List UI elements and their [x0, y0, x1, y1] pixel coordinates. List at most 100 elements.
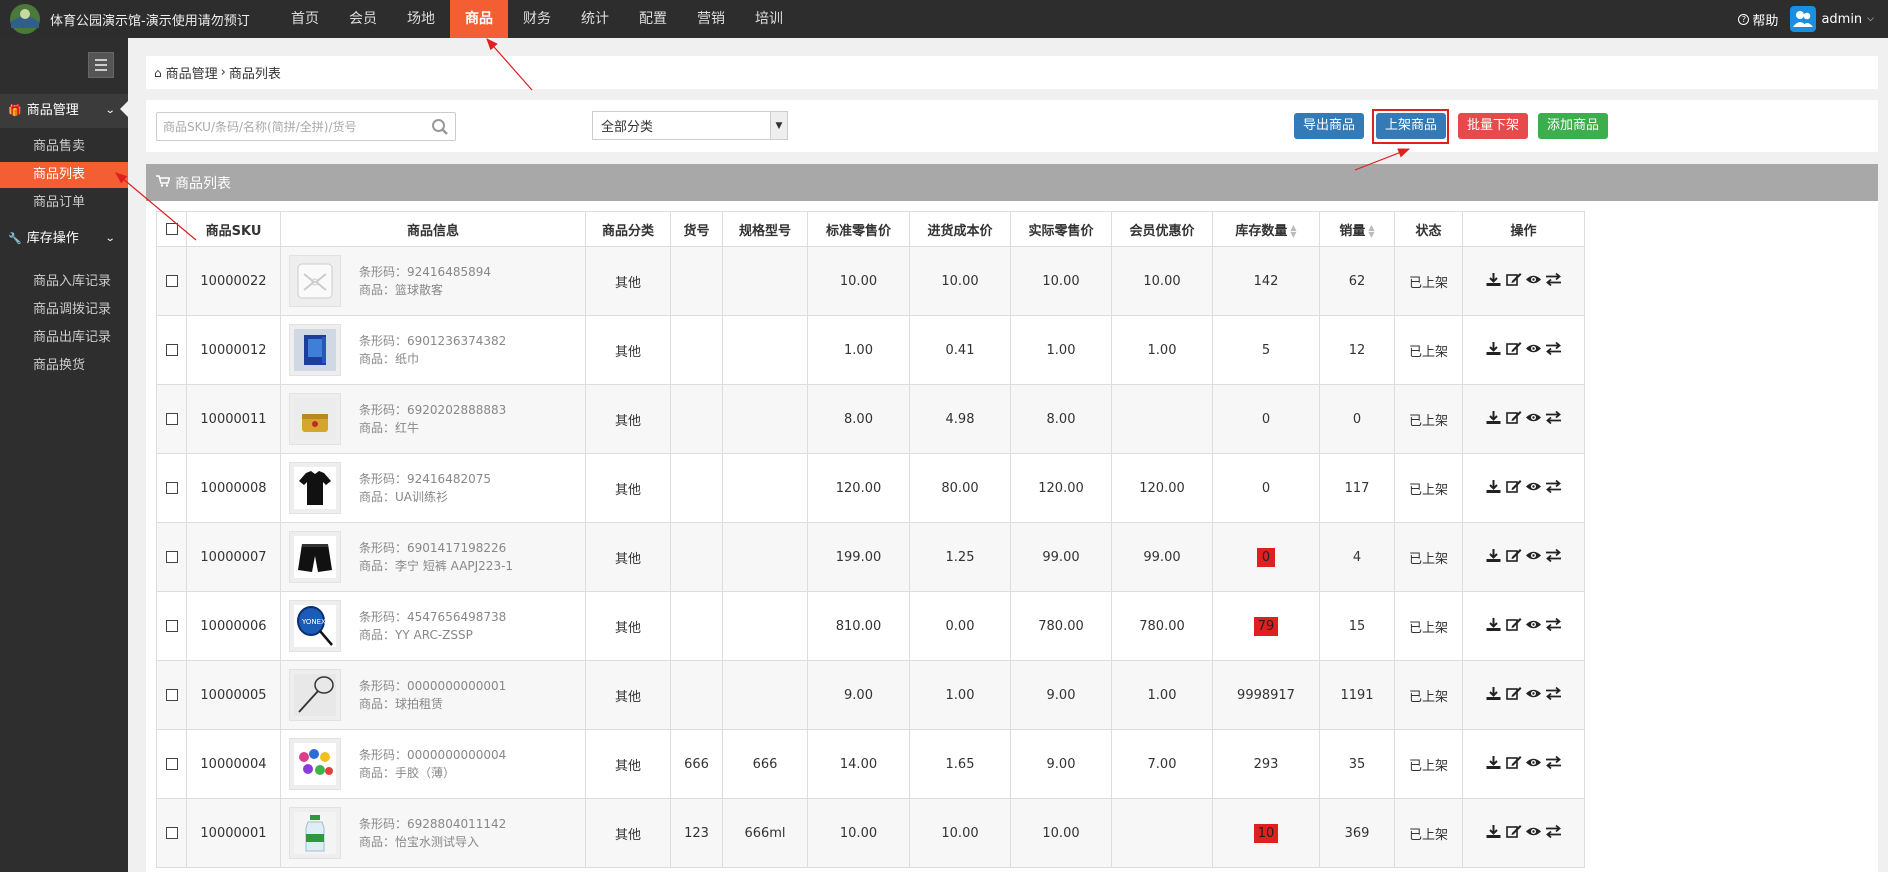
sidebar-item[interactable]: 商品列表	[0, 162, 128, 188]
stock-value: 0	[1261, 411, 1271, 427]
actions-cell	[1462, 729, 1585, 799]
batch-unshelve-button[interactable]: 批量下架	[1458, 113, 1529, 139]
row-checkbox[interactable]	[165, 413, 178, 425]
row-checkbox[interactable]	[165, 827, 178, 839]
sidebar-item[interactable]: 商品换货	[0, 353, 128, 379]
home-icon[interactable]: ⌂	[154, 66, 162, 80]
view-icon[interactable]	[1525, 686, 1542, 705]
view-icon[interactable]	[1525, 548, 1542, 567]
view-icon[interactable]	[1525, 410, 1542, 429]
nav-item-0[interactable]: 首页	[276, 0, 334, 38]
breadcrumb-root[interactable]: 商品管理	[166, 63, 218, 82]
transfer-icon[interactable]	[1545, 341, 1562, 360]
download-icon[interactable]	[1485, 410, 1502, 429]
name-label: 商品：	[359, 697, 396, 711]
avatar[interactable]	[1790, 6, 1817, 32]
stock-cell: 5	[1212, 315, 1320, 385]
view-icon[interactable]	[1525, 341, 1542, 360]
transfer-icon[interactable]	[1545, 479, 1562, 498]
edit-icon[interactable]	[1505, 479, 1522, 498]
edit-icon[interactable]	[1505, 824, 1522, 843]
edit-icon[interactable]	[1505, 548, 1522, 567]
nav-item-7[interactable]: 营销	[682, 0, 740, 38]
sidebar-group-goods-management[interactable]: 🎁 商品管理 ⌄	[0, 94, 128, 128]
download-icon[interactable]	[1485, 479, 1502, 498]
sku-cell: 10000001	[186, 798, 281, 868]
nav-item-2[interactable]: 场地	[392, 0, 450, 38]
view-icon[interactable]	[1525, 617, 1542, 636]
nav-item-8[interactable]: 培训	[740, 0, 798, 38]
user-name[interactable]: admin	[1821, 12, 1862, 27]
download-icon[interactable]	[1485, 617, 1502, 636]
view-icon[interactable]	[1525, 824, 1542, 843]
help-label: 帮助	[1752, 13, 1779, 29]
row-checkbox[interactable]	[165, 620, 178, 632]
edit-icon[interactable]	[1505, 341, 1522, 360]
std-price-cell: 120.00	[807, 453, 910, 523]
sort-icon[interactable]: ▲ ▼	[1368, 224, 1374, 239]
category-cell: 其他	[585, 453, 671, 523]
column-header: 标准零售价	[807, 211, 910, 247]
sidebar-group-inventory[interactable]: 🔧 库存操作 ⌄	[0, 222, 128, 256]
chevron-down-icon[interactable]: ⌵	[1867, 14, 1874, 24]
view-icon[interactable]	[1525, 479, 1542, 498]
add-goods-button[interactable]: 添加商品	[1538, 113, 1609, 139]
export-goods-button[interactable]: 导出商品	[1294, 113, 1365, 139]
transfer-icon[interactable]	[1545, 755, 1562, 774]
transfer-icon[interactable]	[1545, 824, 1562, 843]
transfer-icon[interactable]	[1545, 617, 1562, 636]
row-checkbox[interactable]	[165, 344, 178, 356]
row-checkbox[interactable]	[165, 482, 178, 494]
column-header[interactable]: 销量 ▲ ▼	[1319, 211, 1395, 247]
row-checkbox[interactable]	[165, 689, 178, 701]
sku-cell: 10000004	[186, 729, 281, 799]
barcode-label: 条形码：	[359, 472, 408, 486]
sidebar-item[interactable]: 商品入库记录	[0, 269, 128, 295]
edit-icon[interactable]	[1505, 686, 1522, 705]
edit-icon[interactable]	[1505, 410, 1522, 429]
nav-item-1[interactable]: 会员	[334, 0, 392, 38]
nav-item-4[interactable]: 财务	[508, 0, 566, 38]
sidebar-item[interactable]: 商品售卖	[0, 134, 128, 160]
row-checkbox[interactable]	[165, 275, 178, 287]
download-icon[interactable]	[1485, 686, 1502, 705]
sidebar-item[interactable]: 商品出库记录	[0, 325, 128, 351]
sku-cell: 10000008	[186, 453, 281, 523]
product-thumbnail	[289, 807, 341, 859]
download-icon[interactable]	[1485, 824, 1502, 843]
edit-icon[interactable]	[1505, 272, 1522, 291]
nav-item-3[interactable]: 商品	[450, 0, 508, 38]
item-no-cell: 123	[670, 798, 723, 868]
row-select-cell	[156, 729, 187, 799]
row-checkbox[interactable]	[165, 551, 178, 563]
edit-icon[interactable]	[1505, 755, 1522, 774]
sort-icon[interactable]: ▲ ▼	[1290, 224, 1296, 239]
sidebar-toggle-button[interactable]	[88, 52, 114, 78]
view-icon[interactable]	[1525, 272, 1542, 291]
column-header-label: 商品分类	[601, 223, 654, 239]
edit-icon[interactable]	[1505, 617, 1522, 636]
view-icon[interactable]	[1525, 755, 1542, 774]
nav-item-6[interactable]: 配置	[624, 0, 682, 38]
search-icon[interactable]	[431, 118, 449, 140]
transfer-icon[interactable]	[1545, 272, 1562, 291]
actual-price-cell: 9.00	[1010, 660, 1112, 730]
download-icon[interactable]	[1485, 272, 1502, 291]
transfer-icon[interactable]	[1545, 686, 1562, 705]
spec-cell	[722, 660, 808, 730]
transfer-icon[interactable]	[1545, 410, 1562, 429]
app-logo[interactable]	[0, 0, 50, 38]
sidebar-item[interactable]: 商品订单	[0, 190, 128, 216]
row-checkbox[interactable]	[165, 758, 178, 770]
download-icon[interactable]	[1485, 755, 1502, 774]
category-select[interactable]: 全部分类 ▼	[592, 111, 788, 140]
sidebar-item[interactable]: 商品调拨记录	[0, 297, 128, 323]
transfer-icon[interactable]	[1545, 548, 1562, 567]
download-icon[interactable]	[1485, 548, 1502, 567]
help-link[interactable]: ? 帮助	[1738, 10, 1778, 29]
download-icon[interactable]	[1485, 341, 1502, 360]
search-input[interactable]	[157, 113, 417, 140]
nav-item-5[interactable]: 统计	[566, 0, 624, 38]
select-all-checkbox[interactable]	[165, 223, 178, 235]
column-header[interactable]: 库存数量 ▲ ▼	[1212, 211, 1320, 247]
